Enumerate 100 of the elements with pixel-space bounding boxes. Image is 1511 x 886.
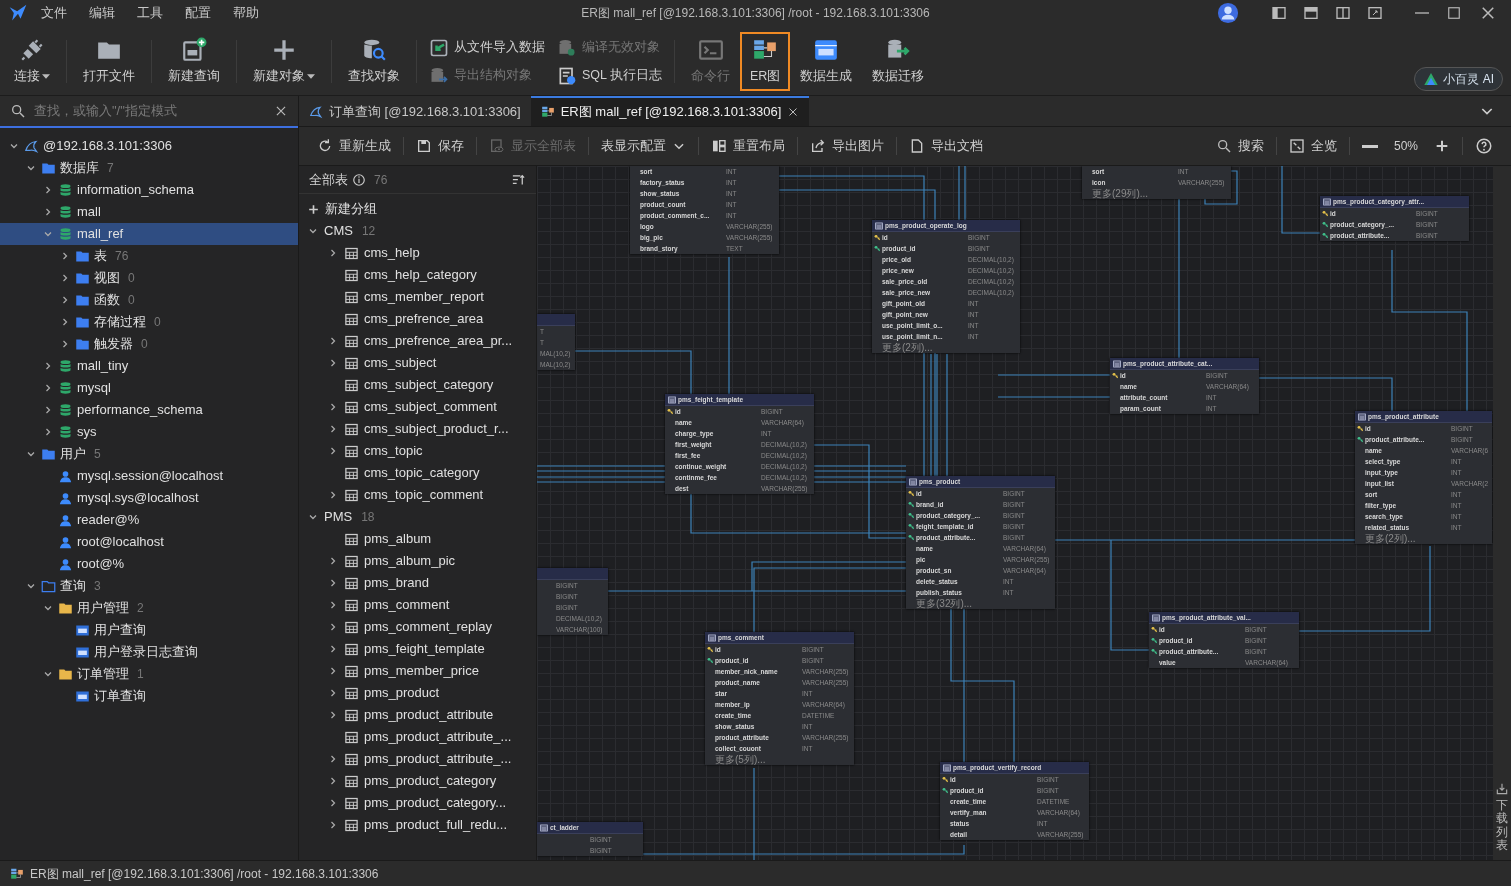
tree-item[interactable]: root@localhost xyxy=(0,531,298,553)
tree-item[interactable]: mall xyxy=(0,201,298,223)
menu-item[interactable]: 配置 xyxy=(176,3,220,23)
tab[interactable]: ER图 mall_ref [@192.168.3.101:3306] xyxy=(530,96,810,126)
table-list-item[interactable]: cms_prefrence_area_pr... xyxy=(299,330,536,352)
key-icon xyxy=(908,501,915,508)
table-list-item[interactable]: pms_product xyxy=(299,682,536,704)
toolbar-button[interactable]: 重置布局 xyxy=(703,134,793,158)
table-list-item[interactable]: cms_help_category xyxy=(299,264,536,286)
table-card[interactable] xyxy=(906,476,1055,609)
tree-item[interactable]: 触发器 0 xyxy=(0,333,298,355)
tree-item[interactable]: reader@% xyxy=(0,509,298,531)
sort-button[interactable] xyxy=(511,172,526,187)
table-list-item[interactable]: pms_member_price xyxy=(299,660,536,682)
toolbar-button[interactable]: ER图 xyxy=(740,32,791,91)
table-list-item[interactable]: pms_product_attribute xyxy=(299,704,536,726)
tree-item[interactable]: mysql xyxy=(0,377,298,399)
toolbar-button[interactable]: 查找对象 xyxy=(338,32,410,91)
toolbar-button[interactable]: SQL 执行日志 xyxy=(551,63,669,88)
table-list-item[interactable]: cms_subject_product_r... xyxy=(299,418,536,440)
tree-item[interactable]: 表 76 xyxy=(0,245,298,267)
table-icon xyxy=(344,663,359,679)
toolbar-button[interactable]: 表显示配置 xyxy=(593,134,694,158)
table-list-item[interactable]: pms_brand xyxy=(299,572,536,594)
table-list-item[interactable]: pms_feight_template xyxy=(299,638,536,660)
table-list-item[interactable]: pms_product_category... xyxy=(299,792,536,814)
more-columns-link[interactable]: 更多(29列)... xyxy=(1092,188,1178,199)
menu-item[interactable]: 帮助 xyxy=(224,3,268,23)
toolbar-button[interactable]: 导出文档 xyxy=(901,134,991,158)
tree-item[interactable]: 查询 3 xyxy=(0,575,298,597)
toolbar-button[interactable]: 重新生成 xyxy=(309,134,399,158)
more-columns-link[interactable]: 更多(5列)... xyxy=(715,754,802,765)
tree-item[interactable]: performance_schema xyxy=(0,399,298,421)
tree-item[interactable]: sys xyxy=(0,421,298,443)
tree-item[interactable]: 存储过程 0 xyxy=(0,311,298,333)
tree-item[interactable]: 函数 0 xyxy=(0,289,298,311)
search-input[interactable]: 查找，或输入"/"指定模式 xyxy=(32,100,268,122)
toolbar-button[interactable]: 全览 xyxy=(1280,134,1345,158)
more-columns-link[interactable]: 更多(2列)... xyxy=(1365,533,1451,544)
tree-item[interactable]: mysql.sys@localhost xyxy=(0,487,298,509)
plus-icon xyxy=(307,202,320,216)
toolbar-button[interactable]: 数据迁移 xyxy=(862,32,935,91)
toolbar-button[interactable]: 数据生成 xyxy=(790,32,863,91)
menu-item[interactable]: 文件 xyxy=(32,3,76,23)
toolbar-button[interactable]: 连接 xyxy=(4,32,60,91)
table-list-item[interactable]: pms_product_attribute_... xyxy=(299,748,536,770)
table-list-item[interactable]: pms_product_category xyxy=(299,770,536,792)
table-icon xyxy=(668,395,676,404)
search-icon xyxy=(1215,138,1232,154)
tree-item[interactable]: @192.168.3.101:3306 xyxy=(0,135,298,157)
table-list-item[interactable]: pms_comment xyxy=(299,594,536,616)
table-list-item[interactable]: pms_comment_replay xyxy=(299,616,536,638)
toolbar-button[interactable]: 从文件导入数据 xyxy=(423,35,551,60)
table-card[interactable] xyxy=(872,220,1020,353)
table-list-item[interactable]: cms_subject_category xyxy=(299,374,536,396)
table-list-item[interactable]: pms_album xyxy=(299,528,536,550)
more-columns-link[interactable]: 更多(32列)... xyxy=(916,598,1003,609)
table-card[interactable] xyxy=(705,632,854,765)
tree-item[interactable]: root@% xyxy=(0,553,298,575)
download-list-label[interactable]: 下载列表 xyxy=(1496,799,1508,852)
toolbar-button[interactable]: 导出图片 xyxy=(802,134,892,158)
tree-item[interactable]: 视图 0 xyxy=(0,267,298,289)
key-icon xyxy=(1357,425,1364,432)
table-group[interactable]: CMS 12 xyxy=(299,220,536,242)
toolbar-button[interactable]: 打开文件 xyxy=(73,32,145,91)
ai-assistant-button[interactable]: 小百灵 AI xyxy=(1414,67,1503,91)
tree-item[interactable]: information_schema xyxy=(0,179,298,201)
more-columns-link[interactable]: 更多(2列)... xyxy=(882,342,968,353)
tree-item[interactable]: 用户 5 xyxy=(0,443,298,465)
tree-item[interactable]: mysql.session@localhost xyxy=(0,465,298,487)
table-list-item[interactable]: cms_help xyxy=(299,242,536,264)
table-group[interactable]: PMS 18 xyxy=(299,506,536,528)
tree-item[interactable]: 数据库 7 xyxy=(0,157,298,179)
menu-item[interactable]: 编辑 xyxy=(80,3,124,23)
table-list-item[interactable]: pms_album_pic xyxy=(299,550,536,572)
table-list-item[interactable]: cms_topic_category xyxy=(299,462,536,484)
tree-item[interactable]: 用户查询 xyxy=(0,619,298,641)
table-list-item[interactable]: cms_subject_comment xyxy=(299,396,536,418)
toolbar-button[interactable]: 保存 xyxy=(408,134,472,158)
table-list-item[interactable]: cms_subject xyxy=(299,352,536,374)
toolbar-button[interactable]: 搜索 xyxy=(1207,134,1272,158)
tree-item[interactable]: 用户登录日志查询 xyxy=(0,641,298,663)
tree-item[interactable]: mall_ref xyxy=(0,223,298,245)
toolbar-button[interactable]: 新建对象 xyxy=(243,32,325,91)
tree-item[interactable]: 订单查询 xyxy=(0,685,298,707)
new-group-button[interactable]: 新建分组 xyxy=(299,198,536,220)
table-list-item[interactable]: pms_product_attribute_... xyxy=(299,726,536,748)
key-icon xyxy=(707,646,714,653)
table-list-item[interactable]: cms_topic_comment xyxy=(299,484,536,506)
table-list-item[interactable]: cms_topic xyxy=(299,440,536,462)
tree-item[interactable]: 用户管理 2 xyxy=(0,597,298,619)
tree-item[interactable]: mall_tiny xyxy=(0,355,298,377)
tree-item[interactable]: 订单管理 1 xyxy=(0,663,298,685)
item-count: 2 xyxy=(137,600,144,617)
toolbar-button[interactable]: 新建查询 xyxy=(158,32,230,91)
search-field[interactable]: 查找，或输入"/"指定模式 xyxy=(0,96,298,128)
table-list-item[interactable]: cms_member_report xyxy=(299,286,536,308)
table-list-item[interactable]: cms_prefrence_area xyxy=(299,308,536,330)
table-list-item[interactable]: pms_product_full_redu... xyxy=(299,814,536,836)
menu-item[interactable]: 工具 xyxy=(128,3,172,23)
